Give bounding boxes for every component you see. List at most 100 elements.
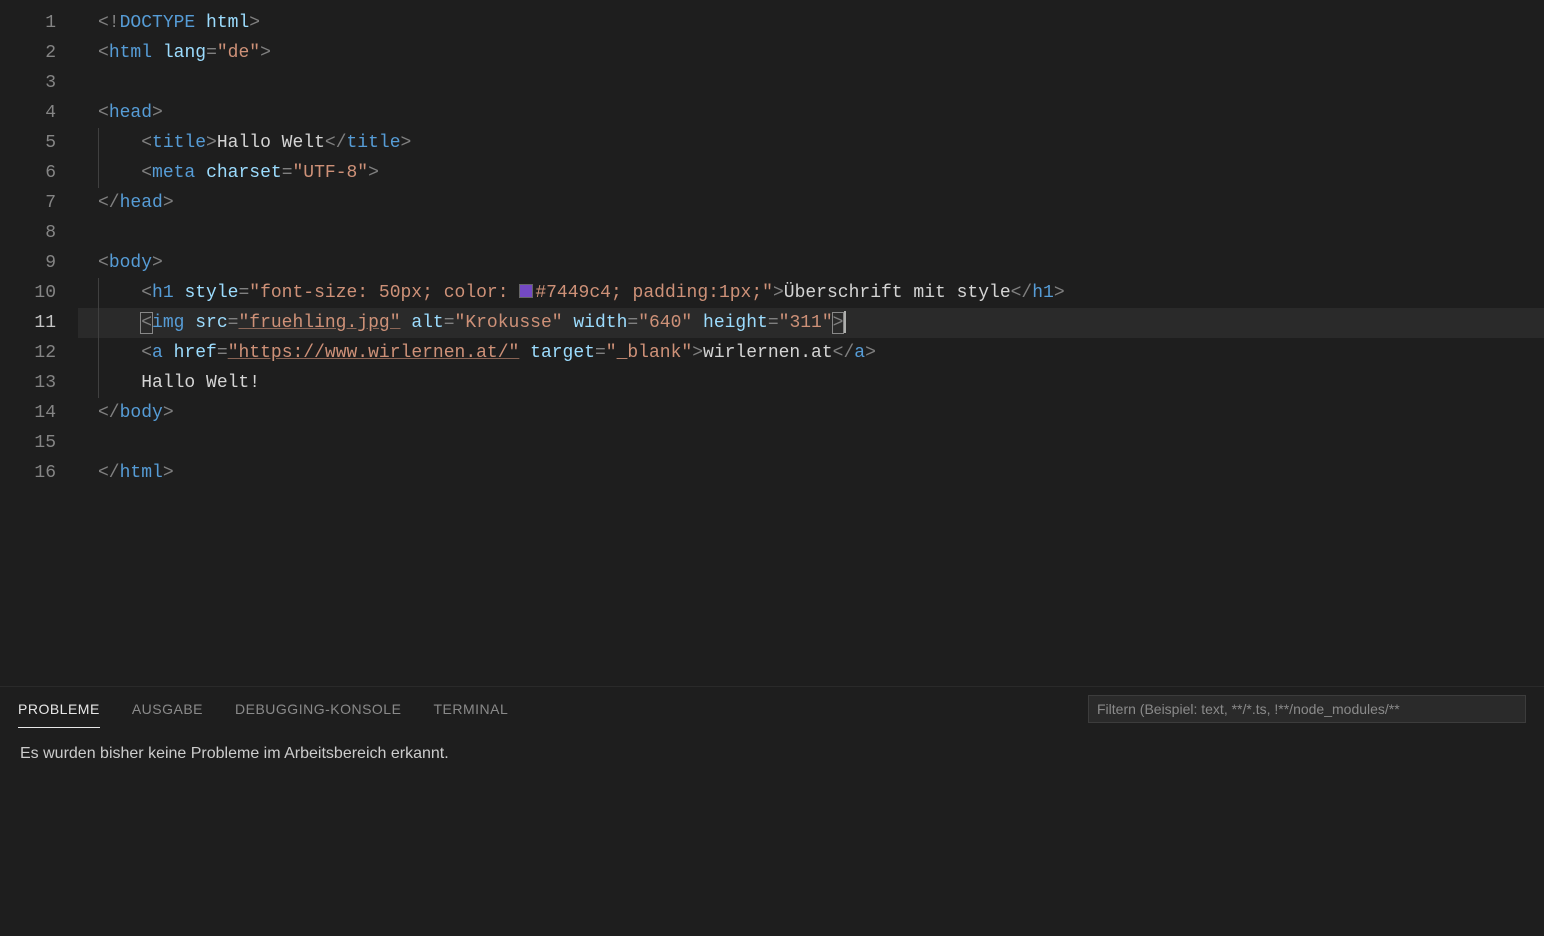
code-token: =: [206, 43, 217, 63]
code-token: "de": [217, 43, 260, 63]
code-token: "311": [779, 313, 833, 333]
code-token: body: [120, 403, 163, 423]
code-token: =: [768, 313, 779, 333]
code-token: >: [249, 13, 260, 33]
code-token: >: [692, 343, 703, 363]
code-token: #7449c4; padding:1px;": [535, 283, 773, 303]
code-line[interactable]: Hallo Welt!: [78, 368, 1544, 398]
code-token: [519, 343, 530, 363]
code-line[interactable]: [78, 428, 1544, 458]
code-token: a: [854, 343, 865, 363]
code-token: "640": [638, 313, 692, 333]
code-token: "font-size: 50px; color:: [249, 283, 519, 303]
code-token: height: [703, 313, 768, 333]
code-token: Hallo Welt: [217, 133, 325, 153]
code-token: html: [109, 43, 152, 63]
code-token: width: [573, 313, 627, 333]
tab-ausgabe[interactable]: AUSGABE: [132, 691, 203, 727]
code-token: "_blank": [606, 343, 692, 363]
code-line[interactable]: [78, 218, 1544, 248]
text-cursor: [844, 311, 846, 333]
filter-input[interactable]: [1088, 695, 1526, 723]
code-token: "UTF-8": [293, 163, 369, 183]
code-token: charset: [206, 163, 282, 183]
code-token: "fruehling.jpg": [238, 313, 400, 333]
code-token: >: [163, 193, 174, 213]
code-content[interactable]: <!DOCTYPE html><html lang="de"><head> <t…: [78, 0, 1544, 686]
code-token: img: [152, 313, 184, 333]
code-line[interactable]: <html lang="de">: [78, 38, 1544, 68]
code-line[interactable]: <img src="fruehling.jpg" alt="Krokusse" …: [78, 308, 1544, 338]
code-token: lang: [163, 43, 206, 63]
code-token: >: [163, 403, 174, 423]
code-token: <: [98, 43, 109, 63]
tab-terminal[interactable]: TERMINAL: [433, 691, 508, 727]
code-token: href: [174, 343, 217, 363]
code-line[interactable]: <!DOCTYPE html>: [78, 8, 1544, 38]
code-token: title: [152, 133, 206, 153]
line-number: 13: [0, 368, 78, 398]
code-token: h1: [152, 283, 174, 303]
code-token: =: [444, 313, 455, 333]
code-line[interactable]: <meta charset="UTF-8">: [78, 158, 1544, 188]
line-number: 16: [0, 458, 78, 488]
code-token: <: [141, 283, 152, 303]
tab-probleme[interactable]: PROBLEME: [18, 691, 100, 728]
code-token: h1: [1032, 283, 1054, 303]
code-token: target: [530, 343, 595, 363]
code-token: head: [120, 193, 163, 213]
code-token: "https://www.wirlernen.at/": [228, 343, 520, 363]
color-swatch[interactable]: [519, 284, 533, 298]
code-token: =: [282, 163, 293, 183]
code-token: Hallo Welt!: [141, 373, 260, 393]
bottom-panel: PROBLEME AUSGABE DEBUGGING-KONSOLE TERMI…: [0, 686, 1544, 936]
line-number: 2: [0, 38, 78, 68]
code-token: </: [1011, 283, 1033, 303]
editor-area[interactable]: 12345678910111213141516 <!DOCTYPE html><…: [0, 0, 1544, 686]
code-line[interactable]: </head>: [78, 188, 1544, 218]
tab-debugging-konsole[interactable]: DEBUGGING-KONSOLE: [235, 691, 401, 727]
code-token: >: [206, 133, 217, 153]
code-token: <: [98, 253, 109, 273]
code-token: </: [325, 133, 347, 153]
code-line[interactable]: <title>Hallo Welt</title>: [78, 128, 1544, 158]
code-line[interactable]: <a href="https://www.wirlernen.at/" targ…: [78, 338, 1544, 368]
line-number: 14: [0, 398, 78, 428]
code-token: =: [595, 343, 606, 363]
code-token: title: [347, 133, 401, 153]
code-token: >: [401, 133, 412, 153]
code-token: >: [773, 283, 784, 303]
code-token: meta: [152, 163, 195, 183]
code-token: DOCTYPE: [120, 13, 196, 33]
line-number: 3: [0, 68, 78, 98]
code-line[interactable]: </body>: [78, 398, 1544, 428]
line-number: 9: [0, 248, 78, 278]
code-line[interactable]: <h1 style="font-size: 50px; color: #7449…: [78, 278, 1544, 308]
code-token: >: [260, 43, 271, 63]
code-line[interactable]: </html>: [78, 458, 1544, 488]
panel-message: Es wurden bisher keine Probleme im Arbei…: [0, 731, 1544, 777]
code-token: [401, 313, 412, 333]
line-number: 8: [0, 218, 78, 248]
code-token: [563, 313, 574, 333]
line-number: 4: [0, 98, 78, 128]
code-token: [163, 343, 174, 363]
code-token: </: [98, 403, 120, 423]
code-token: style: [184, 283, 238, 303]
code-token: [174, 283, 185, 303]
line-number-gutter: 12345678910111213141516: [0, 0, 78, 686]
code-token: [152, 43, 163, 63]
code-token: "Krokusse": [455, 313, 563, 333]
code-token: [692, 313, 703, 333]
code-token: </: [98, 463, 120, 483]
code-token: body: [109, 253, 152, 273]
code-line[interactable]: [78, 68, 1544, 98]
code-token: Überschrift mit style: [784, 283, 1011, 303]
code-token: [184, 313, 195, 333]
code-token: a: [152, 343, 163, 363]
code-token: <: [141, 163, 152, 183]
line-number: 6: [0, 158, 78, 188]
code-line[interactable]: <head>: [78, 98, 1544, 128]
code-line[interactable]: <body>: [78, 248, 1544, 278]
line-number: 11: [0, 308, 78, 338]
